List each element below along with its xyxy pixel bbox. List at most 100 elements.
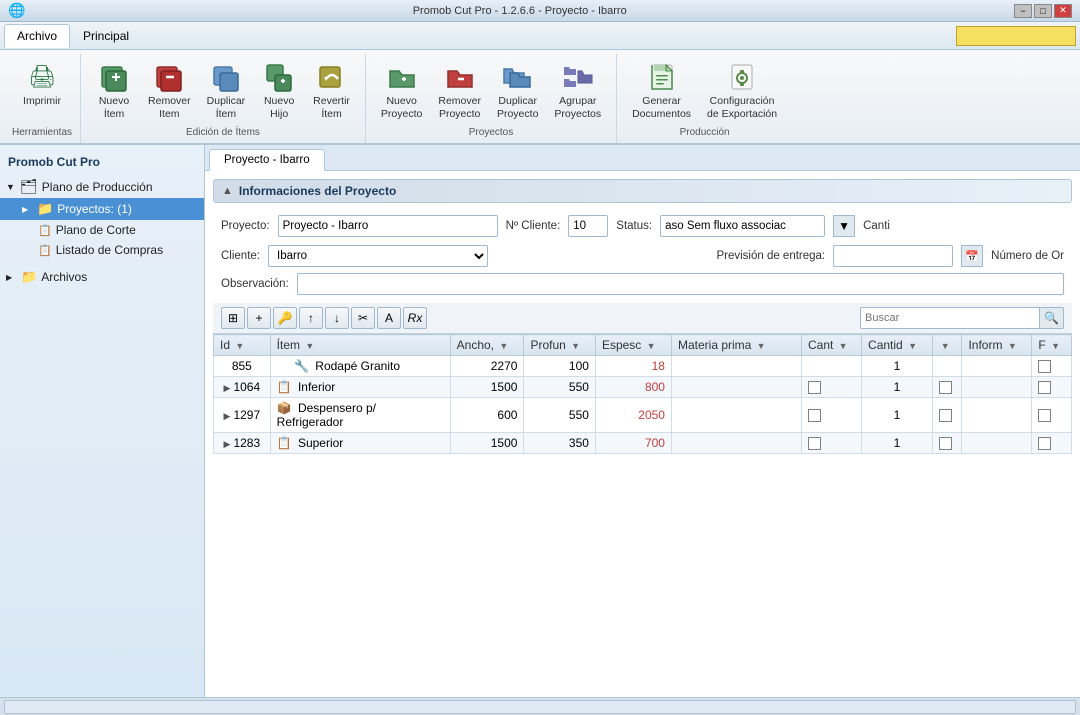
checkbox-f-855[interactable] <box>1038 360 1051 373</box>
filter-icon-cantid[interactable]: ▼ <box>908 341 917 351</box>
calendar-btn[interactable]: 📅 <box>961 245 983 267</box>
input-proyecto[interactable] <box>278 215 498 237</box>
ribbon-btn-nuevo-hijo[interactable]: NuevoHijo <box>254 56 304 125</box>
sidebar-item-plano-produccion[interactable]: ▼ 🗂 Plano de Producción <box>0 175 204 198</box>
checkbox-check2-1283[interactable] <box>939 437 952 450</box>
toolbar-btn-key[interactable]: 🔑 <box>273 307 297 329</box>
section-header-info[interactable]: ▲ Informaciones del Proyecto <box>213 179 1072 203</box>
sidebar-item-proyectos[interactable]: ▶ 📁 Proyectos: (1) <box>0 198 204 220</box>
cell-ancho: 600 <box>450 398 524 433</box>
cell-id: ▶1297 <box>214 398 271 433</box>
filter-icon-profun[interactable]: ▼ <box>571 341 580 351</box>
tab-proyecto-ibarro[interactable]: Proyecto - Ibarro <box>209 149 325 171</box>
menu-principal[interactable]: Principal <box>70 24 142 48</box>
cell-espesc: 800 <box>595 377 671 398</box>
sidebar-item-listado-compras[interactable]: 📋 Listado de Compras <box>0 240 204 260</box>
ribbon-btn-duplicar-item[interactable]: DuplicarÍtem <box>200 56 253 125</box>
window-controls: − □ ✕ <box>1014 4 1072 18</box>
cell-check2 <box>932 377 962 398</box>
cell-check2 <box>932 398 962 433</box>
checkbox-f-1297[interactable] <box>1038 409 1051 422</box>
ribbon-btn-duplicar-proyecto[interactable]: DuplicarProyecto <box>490 56 545 125</box>
toolbar-btn-a[interactable]: A <box>377 307 401 329</box>
nuevo-hijo-icon <box>263 61 295 93</box>
expand-arrow-1297[interactable]: ▶ <box>224 411 231 421</box>
filter-icon-id[interactable]: ▼ <box>235 341 244 351</box>
table-row: ▶1064 📋 Inferior 1500 550 800 1 <box>214 377 1072 398</box>
ribbon-btn-remover-item[interactable]: RemoverItem <box>141 56 198 125</box>
filter-icon-inform[interactable]: ▼ <box>1008 341 1017 351</box>
config-export-icon <box>726 61 758 93</box>
label-nro-cliente: Nº Cliente: <box>506 220 561 232</box>
cell-materia <box>671 398 801 433</box>
input-prevision[interactable] <box>833 245 953 267</box>
filter-icon-cant[interactable]: ▼ <box>839 341 848 351</box>
sidebar-item-plano-corte[interactable]: 📋 Plano de Corte <box>0 220 204 240</box>
checkbox-check2-1064[interactable] <box>939 381 952 394</box>
leaf-icon-plano-corte: 📋 <box>38 224 52 237</box>
checkbox-cant-1297[interactable] <box>808 409 821 422</box>
toolbar-btn-add[interactable]: + <box>247 307 271 329</box>
cell-profun: 550 <box>524 398 596 433</box>
ribbon-btn-revertir-item[interactable]: RevertirÍtem <box>306 56 357 125</box>
checkbox-check2-1297[interactable] <box>939 409 952 422</box>
close-button[interactable]: ✕ <box>1054 4 1072 18</box>
btn-remover-item-label: RemoverItem <box>148 95 191 120</box>
leaf-icon-listado: 📋 <box>38 244 52 257</box>
btn-duplicar-item-label: DuplicarÍtem <box>207 95 246 120</box>
cell-materia <box>671 356 801 377</box>
label-nro-orden: Número de Or <box>991 250 1064 262</box>
toolbar-btn-down[interactable]: ↓ <box>325 307 349 329</box>
checkbox-cant-1064[interactable] <box>808 381 821 394</box>
expand-arrow-1283[interactable]: ▶ <box>224 439 231 449</box>
sidebar-item-archivos[interactable]: ▶ 📁 Archivos <box>0 266 204 288</box>
toolbar-btn-grid[interactable]: ⊞ <box>221 307 245 329</box>
ribbon-group-edicion: NuevoÍtem RemoverItem DuplicarÍtem <box>81 54 366 143</box>
minimize-button[interactable]: − <box>1014 4 1032 18</box>
status-dropdown-btn[interactable]: ▼ <box>833 215 855 237</box>
search-button[interactable]: 🔍 <box>1040 307 1064 329</box>
select-cliente[interactable]: Ibarro <box>268 245 488 267</box>
th-id: Id ▼ <box>214 335 271 356</box>
checkbox-f-1064[interactable] <box>1038 381 1051 394</box>
th-materia: Materia prima ▼ <box>671 335 801 356</box>
btn-nuevo-proyecto-label: NuevoProyecto <box>381 95 422 120</box>
menu-bar-input[interactable] <box>956 26 1076 46</box>
filter-icon-f[interactable]: ▼ <box>1051 341 1060 351</box>
table-header-row: Id ▼ Ítem ▼ Ancho, ▼ Profun ▼ Espesc ▼ M… <box>214 335 1072 356</box>
ribbon-btn-generar-doc[interactable]: GenerarDocumentos <box>625 56 698 125</box>
ribbon-btn-nuevo-proyecto[interactable]: NuevoProyecto <box>374 56 429 125</box>
filter-icon-espesc[interactable]: ▼ <box>647 341 656 351</box>
input-nro-cliente[interactable] <box>568 215 608 237</box>
ribbon-btn-config-export[interactable]: Configuraciónde Exportación <box>700 56 784 125</box>
app-icon: 🌐 <box>8 2 25 19</box>
ribbon-label-edicion: Edición de Ítems <box>186 125 260 141</box>
filter-icon-item[interactable]: ▼ <box>305 341 314 351</box>
scrollbar-horizontal[interactable] <box>4 700 1076 714</box>
title-bar: 🌐 Promob Cut Pro - 1.2.6.6 - Proyecto - … <box>0 0 1080 22</box>
duplicar-item-icon <box>210 61 242 93</box>
search-input[interactable] <box>860 307 1040 329</box>
toolbar-btn-rx[interactable]: Rx <box>403 307 427 329</box>
toolbar-btn-cut[interactable]: ✂ <box>351 307 375 329</box>
checkbox-f-1283[interactable] <box>1038 437 1051 450</box>
filter-icon-check2[interactable]: ▼ <box>941 341 950 351</box>
input-observacion[interactable] <box>297 273 1064 295</box>
th-profun: Profun ▼ <box>524 335 596 356</box>
folder-icon-proyectos: 📁 <box>37 201 53 217</box>
cell-cantid: 1 <box>862 398 933 433</box>
expand-arrow-1064[interactable]: ▶ <box>224 383 231 393</box>
ribbon-btn-remover-proyecto[interactable]: RemoverProyecto <box>431 56 488 125</box>
input-status[interactable] <box>660 215 825 237</box>
maximize-button[interactable]: □ <box>1034 4 1052 18</box>
ribbon-btn-imprimir[interactable]: 🖨 Imprimir <box>16 56 68 113</box>
cell-item: 🔧 Rodapé Granito <box>270 356 450 377</box>
filter-icon-ancho[interactable]: ▼ <box>499 341 508 351</box>
toolbar-btn-up[interactable]: ↑ <box>299 307 323 329</box>
ribbon-btn-nuevo-item[interactable]: NuevoÍtem <box>89 56 139 125</box>
filter-icon-materia[interactable]: ▼ <box>757 341 766 351</box>
ribbon-btn-agrupar-proyectos[interactable]: AgruparProyectos <box>547 56 608 125</box>
menu-archivo[interactable]: Archivo <box>4 24 70 48</box>
sidebar-label-listado: Listado de Compras <box>56 243 163 257</box>
checkbox-cant-1283[interactable] <box>808 437 821 450</box>
